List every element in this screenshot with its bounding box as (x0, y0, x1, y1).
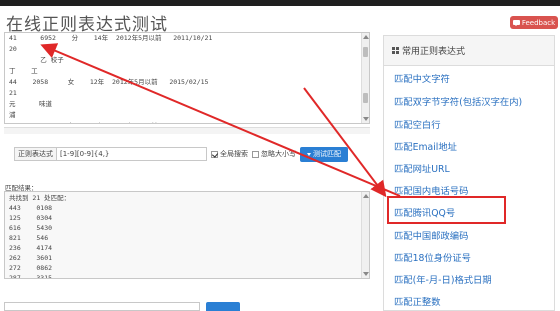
result-scrollbar[interactable] (361, 192, 369, 278)
chevron-down-icon (307, 152, 311, 156)
regex-label: 正则表达式 (14, 147, 57, 161)
sidebar-item-phone[interactable]: 匹配国内电话号码 (394, 183, 468, 197)
result-line: 262 3601 (9, 254, 53, 262)
text-line: 21 (9, 89, 17, 97)
sidebar-heading: 常用正则表达式 (384, 36, 554, 66)
result-area[interactable]: 共找到 21 处匹配： 443 0108 125 0304 616 5430 821 5… (4, 191, 370, 279)
bottom-button[interactable] (206, 302, 240, 311)
bottom-input[interactable] (4, 302, 200, 311)
text-area-resize-bar (4, 127, 370, 134)
result-line: 443 0108 (9, 204, 53, 212)
sidebar-item-url[interactable]: 匹配网址URL (394, 161, 450, 175)
chat-icon (512, 20, 520, 26)
result-line: 821 546 (9, 234, 49, 242)
result-line: 125 0304 (9, 214, 53, 222)
result-line: 236 4174 (9, 244, 53, 252)
sidebar-item-chinese-chars[interactable]: 匹配中文字符 (394, 71, 450, 85)
test-text-area[interactable]: 41 6952 分 14年 2012年5月以前 2011/10/21 20 乙 校… (4, 32, 370, 124)
text-area-scrollbar[interactable] (361, 33, 369, 123)
scroll-up-icon[interactable] (363, 194, 369, 198)
sidebar-item-double-byte[interactable]: 匹配双字节字符(包括汉字在内) (394, 94, 522, 108)
result-line: 共找到 21 处匹配： (9, 194, 71, 202)
result-content: 共找到 21 处匹配： 443 0108 125 0304 616 5430 821 5… (5, 192, 369, 279)
regex-row: 正则表达式 [1-9][0-9]{4,} 全局搜索 忽略大小写 测试匹配 (14, 146, 348, 162)
grid-icon (392, 47, 399, 54)
top-bar (0, 0, 560, 6)
regex-input[interactable]: [1-9][0-9]{4,} (57, 147, 207, 161)
text-line: 41 6952 分 14年 2012年5月以前 2011/10/21 (9, 34, 213, 42)
sidebar-item-email[interactable]: 匹配Email地址 (394, 139, 457, 153)
text-line: 丁 工 (9, 67, 38, 75)
scroll-thumb[interactable] (363, 47, 368, 57)
text-line: 44 2058 女 12年 2012年5月以前 2015/02/15 (9, 78, 209, 86)
ignore-case-label: 忽略大小写 (261, 150, 296, 158)
test-match-label: 测试匹配 (313, 150, 341, 158)
text-line: 20 (9, 45, 17, 53)
scroll-down-icon[interactable] (363, 272, 369, 276)
text-line: 乙 校子 (9, 56, 64, 64)
scroll-thumb-lower[interactable] (363, 93, 368, 103)
checkbox-unchecked-icon[interactable] (252, 150, 259, 158)
text-line: 52 6536 女 13年 2012年5月以前 2015/02/15 (9, 121, 365, 123)
checkbox-checked-icon[interactable] (211, 150, 218, 158)
test-match-button[interactable]: 测试匹配 (300, 146, 348, 162)
global-search-label: 全局搜索 (220, 150, 248, 158)
sidebar-item-positive-int[interactable]: 匹配正整数 (394, 294, 441, 308)
highlight-box (387, 196, 506, 224)
text-line: 元 味道 (9, 100, 52, 108)
feedback-button[interactable]: Feedback (510, 16, 558, 29)
global-search-checkbox[interactable]: 全局搜索 (211, 149, 248, 159)
text-line: 浦 (9, 111, 16, 119)
test-text-content: 41 6952 分 14年 2012年5月以前 2011/10/21 20 乙 校… (5, 33, 369, 123)
result-line: 616 5430 (9, 224, 53, 232)
ignore-case-checkbox[interactable]: 忽略大小写 (252, 149, 296, 159)
sidebar-heading-label: 常用正则表达式 (402, 47, 466, 57)
common-regex-sidebar: 常用正则表达式 匹配中文字符 匹配双字节字符(包括汉字在内) 匹配空白行 匹配E… (383, 35, 555, 311)
sidebar-item-date[interactable]: 匹配(年-月-日)格式日期 (394, 272, 492, 286)
result-line: 287 3315 (9, 274, 53, 279)
feedback-label: Feedback (521, 18, 556, 27)
result-line: 272 0862 (9, 264, 53, 272)
scroll-up-icon[interactable] (363, 35, 369, 39)
sidebar-item-blank-line[interactable]: 匹配空白行 (394, 117, 441, 131)
sidebar-item-id-card[interactable]: 匹配18位身份证号 (394, 250, 471, 264)
scroll-down-icon[interactable] (363, 117, 369, 121)
sidebar-item-postcode[interactable]: 匹配中国邮政编码 (394, 228, 468, 242)
